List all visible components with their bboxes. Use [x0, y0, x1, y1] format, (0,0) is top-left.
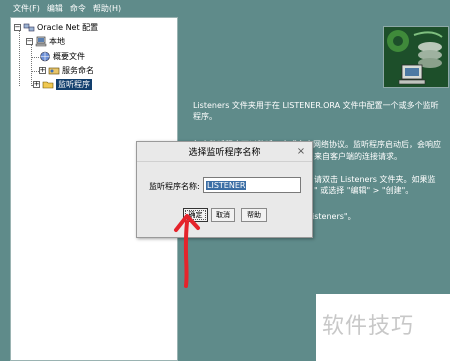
expand-icon[interactable]: + [39, 67, 46, 74]
red-arrow-annotation [174, 214, 200, 288]
cancel-button[interactable]: 取消 [211, 208, 235, 222]
network-config-icon [23, 23, 35, 32]
tree-item-local[interactable]: − 本地 [26, 36, 65, 47]
listener-name-value: LISTENER [206, 180, 247, 190]
help-button[interactable]: 帮助 [241, 208, 267, 222]
tree-label-profile: 概要文件 [53, 52, 85, 61]
tree-label-listener: 监听程序 [56, 79, 92, 90]
collapse-icon[interactable]: − [26, 38, 33, 45]
description-para-3-line-2: " 或选择 "编辑" > "创建"。 [314, 186, 414, 195]
tree-item-root[interactable]: − Oracle Net 配置 [14, 22, 98, 33]
expand-icon[interactable]: + [33, 81, 40, 88]
select-listener-name-dialog: 选择监听程序名称 × 监听程序名称: LISTENER 确定 取消 帮助 [136, 141, 313, 238]
menu-bar: 文件(F) 编辑 命令 帮助(H) [0, 0, 450, 16]
oracle-net-illustration [383, 26, 449, 88]
computer-icon [35, 36, 47, 47]
menu-edit[interactable]: 编辑 [47, 3, 63, 14]
listener-folder-icon [42, 81, 54, 89]
listener-name-label: 监听程序名称: [149, 182, 200, 191]
tree-item-listener[interactable]: + 监听程序 [33, 79, 92, 90]
globe-icon [40, 51, 50, 62]
listener-name-input[interactable]: LISTENER [203, 177, 301, 193]
menu-file[interactable]: 文件(F) [13, 3, 40, 14]
service-naming-icon [48, 67, 60, 75]
menu-help[interactable]: 帮助(H) [93, 3, 121, 14]
collapse-icon[interactable]: − [14, 24, 21, 31]
tree-label-naming: 服务命名 [62, 66, 94, 75]
dialog-title: 选择监听程序名称 [188, 148, 261, 158]
tree-item-naming[interactable]: + 服务命名 [39, 65, 94, 76]
network-server-icon [384, 27, 448, 87]
dialog-title-bar[interactable]: 选择监听程序名称 × [137, 142, 312, 162]
description-para-2-end: 来自客户端的连接请求。 [314, 152, 402, 161]
description-para-1: Listeners 文件夹用于在 LISTENER.ORA 文件中配置一个或多个… [193, 101, 439, 121]
description-para-3: 请双击 Listeners 文件夹。如果监 [314, 175, 436, 184]
tree-item-profile[interactable]: 概要文件 [39, 51, 85, 62]
close-icon[interactable]: × [295, 146, 307, 158]
watermark-text: 软件技巧 [322, 314, 415, 339]
description-para-3-end: isteners"。 [312, 212, 356, 221]
menu-command[interactable]: 命令 [70, 3, 86, 14]
tree-label-local: 本地 [49, 37, 65, 46]
tree-label-root: Oracle Net 配置 [37, 23, 99, 32]
